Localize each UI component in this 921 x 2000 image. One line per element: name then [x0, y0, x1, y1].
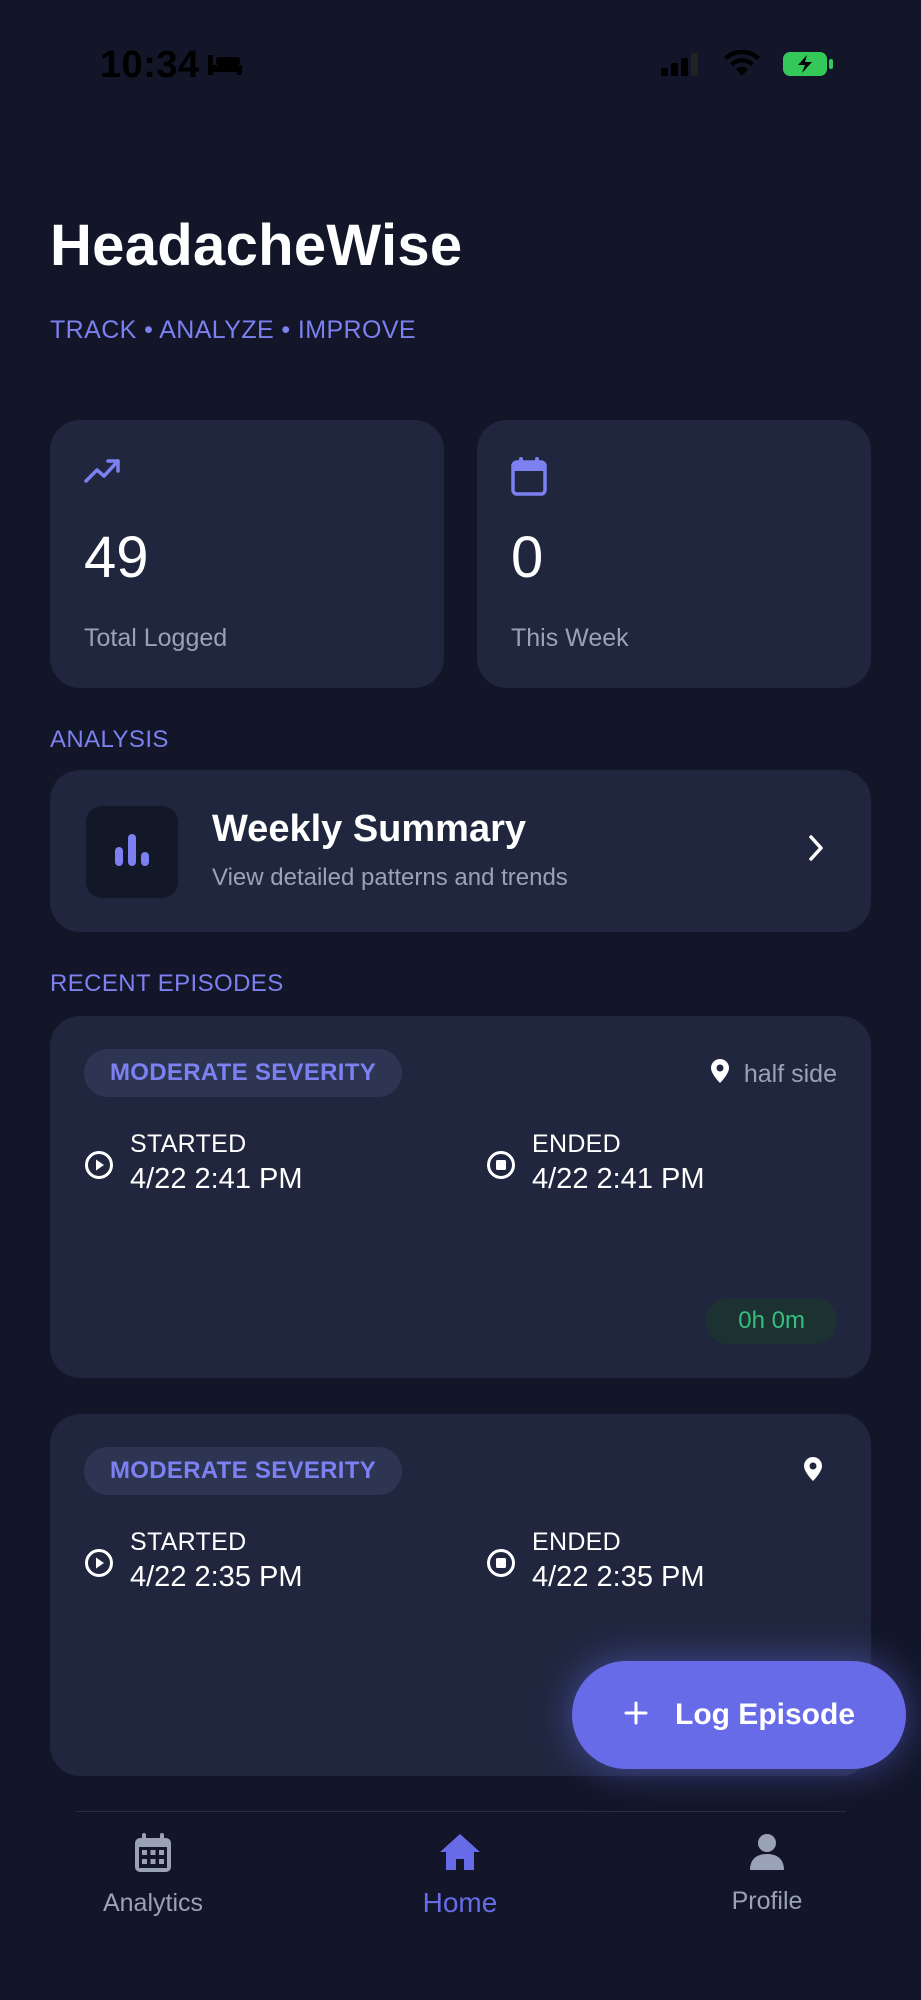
- episode-card[interactable]: MODERATE SEVERITY half side STARTED 4/22…: [50, 1016, 871, 1378]
- calendar-icon: [511, 456, 547, 501]
- log-episode-button[interactable]: Log Episode: [572, 1661, 906, 1769]
- app-screen: 10:34 HeadacheWise TRACK • ANALYZE • IMP…: [0, 0, 921, 2000]
- location-pin-icon: [803, 1456, 823, 1489]
- status-time-text: 10:34: [100, 44, 200, 86]
- ended-label: ENDED: [532, 1528, 622, 1556]
- battery-icon: [783, 51, 833, 82]
- severity-badge: MODERATE SEVERITY: [84, 1447, 403, 1495]
- play-circle-icon: [84, 1548, 114, 1583]
- severity-badge: MODERATE SEVERITY: [84, 1049, 403, 1097]
- this-week-label: This Week: [511, 624, 629, 652]
- episode-location: half side: [710, 1058, 837, 1091]
- signal-icon: [661, 52, 701, 81]
- total-logged-value: 49: [84, 525, 149, 590]
- summary-icon-box: [86, 806, 178, 898]
- weekly-summary-title: Weekly Summary: [212, 808, 527, 850]
- bar-chart-icon: [114, 833, 150, 872]
- tab-profile[interactable]: Profile: [657, 1832, 877, 1916]
- episode-end: ENDED 4/22 2:35 PM: [486, 1528, 705, 1594]
- calendar-icon: [133, 1832, 173, 1879]
- trending-up-icon: [84, 456, 122, 489]
- duration-badge: 0h 0m: [706, 1298, 837, 1344]
- total-logged-card: 49 Total Logged: [50, 420, 444, 688]
- started-label: STARTED: [130, 1130, 247, 1158]
- analysis-section-label: ANALYSIS: [50, 726, 169, 753]
- tab-home-label: Home: [422, 1887, 498, 1918]
- ended-time: 4/22 2:41 PM: [532, 1163, 705, 1195]
- this-week-value: 0: [511, 525, 544, 590]
- episode-start: STARTED 4/22 2:35 PM: [84, 1528, 303, 1594]
- plus-icon: [623, 1700, 649, 1731]
- episode-location-text: half side: [743, 1060, 837, 1088]
- tab-home[interactable]: Home: [350, 1832, 570, 1919]
- location-pin-icon: [710, 1058, 730, 1091]
- recent-episodes-section-label: RECENT EPISODES: [50, 970, 284, 997]
- app-tagline: TRACK • ANALYZE • IMPROVE: [50, 316, 417, 344]
- status-bar-time: 10:34: [100, 44, 244, 87]
- home-icon: [438, 1832, 482, 1877]
- tab-profile-label: Profile: [731, 1887, 803, 1915]
- tab-analytics-label: Analytics: [102, 1889, 204, 1917]
- ended-time: 4/22 2:35 PM: [532, 1561, 705, 1593]
- chevron-right-icon: [807, 834, 825, 867]
- started-label: STARTED: [130, 1528, 247, 1556]
- episode-location: [803, 1456, 837, 1489]
- ended-label: ENDED: [532, 1130, 622, 1158]
- status-bar-indicators: [661, 49, 833, 83]
- log-episode-label: Log Episode: [675, 1698, 855, 1731]
- bed-icon: [206, 44, 244, 87]
- started-time: 4/22 2:41 PM: [130, 1163, 303, 1195]
- this-week-card: 0 This Week: [477, 420, 871, 688]
- episode-end: ENDED 4/22 2:41 PM: [486, 1130, 705, 1196]
- person-icon: [747, 1832, 787, 1877]
- wifi-icon: [723, 49, 761, 83]
- play-circle-icon: [84, 1150, 114, 1185]
- stop-circle-icon: [486, 1150, 516, 1185]
- weekly-summary-subtitle: View detailed patterns and trends: [212, 864, 568, 891]
- total-logged-label: Total Logged: [84, 624, 228, 652]
- started-time: 4/22 2:35 PM: [130, 1561, 303, 1593]
- tab-bar-divider: [76, 1811, 846, 1812]
- stop-circle-icon: [486, 1548, 516, 1583]
- tab-analytics[interactable]: Analytics: [43, 1832, 263, 1918]
- episode-start: STARTED 4/22 2:41 PM: [84, 1130, 303, 1196]
- weekly-summary-card[interactable]: Weekly Summary View detailed patterns an…: [50, 770, 871, 932]
- app-title: HeadacheWise: [50, 213, 463, 278]
